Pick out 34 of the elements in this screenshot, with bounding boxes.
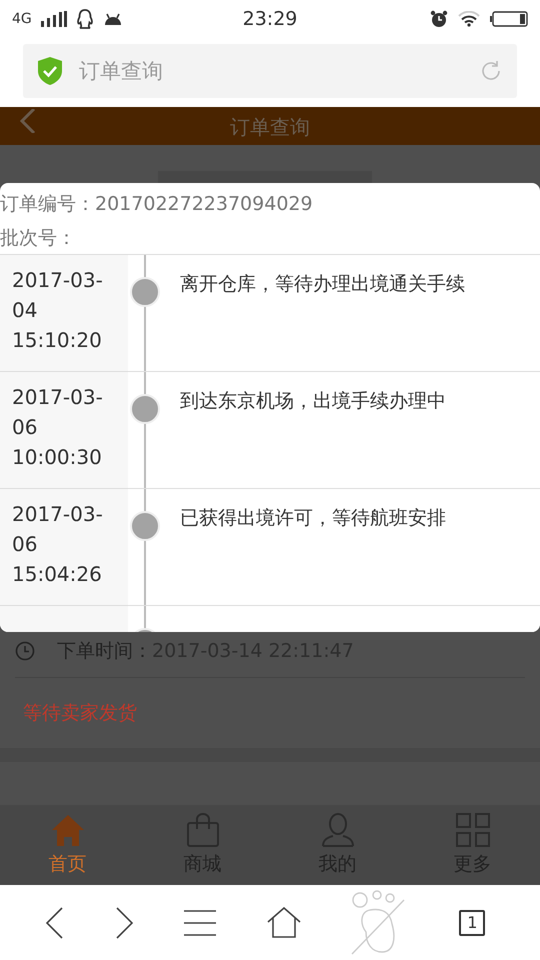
timeline-dot (130, 511, 160, 541)
penguin-icon (76, 9, 94, 29)
batch-number: 批次号： (0, 226, 76, 251)
order-status: 等待卖家发货 (23, 701, 137, 726)
event-time: 2017-03- 04 15:10:20 (12, 267, 103, 354)
nav-tab[interactable]: 首页 (0, 805, 135, 885)
grid-icon (456, 813, 490, 847)
person-icon (320, 813, 354, 847)
alarm-icon (430, 10, 448, 28)
network-type: 4G (12, 11, 32, 27)
tab-count-button[interactable]: 1 (459, 910, 486, 936)
address-bar[interactable]: 订单查询 (23, 44, 517, 98)
signal-icon (40, 11, 67, 27)
menu-icon[interactable] (183, 908, 218, 936)
clock-time: 23:29 (242, 8, 298, 30)
battery-icon (490, 11, 528, 27)
home-icon[interactable] (266, 906, 301, 938)
wifi-icon (458, 11, 480, 27)
order-number: 订单编号：201702272237094029 (0, 192, 313, 217)
event-description: 到达东京机场，出境手续办理中 (180, 390, 446, 412)
timeline-dot (130, 394, 160, 424)
page-title: 订单查询 (230, 114, 310, 141)
event-description: 离开仓库，等待办理出境通关手续 (180, 273, 465, 295)
home-icon (50, 813, 84, 847)
shield-check-icon (37, 56, 63, 86)
event-time: 2017-03- 06 15:04:26 (12, 501, 103, 588)
clock-icon (15, 641, 35, 661)
android-icon (102, 11, 123, 27)
event-time: 2017-03- 06 10:00:30 (12, 384, 103, 471)
forward-icon[interactable] (114, 906, 134, 938)
event-description: 已获得出境许可，等待航班安排 (180, 507, 446, 529)
bag-icon (186, 813, 220, 847)
timeline-dot (130, 277, 160, 307)
back-icon[interactable] (44, 906, 65, 938)
